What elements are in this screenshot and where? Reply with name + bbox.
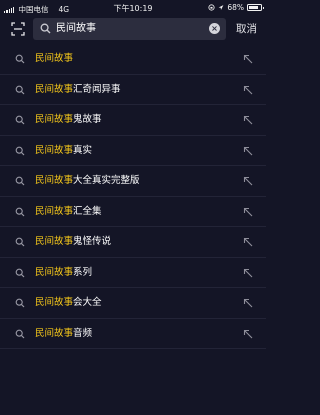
arrow-up-left-icon[interactable]: [242, 84, 254, 96]
scan-icon[interactable]: [11, 22, 25, 36]
suggestion-item[interactable]: 民间故事会大全: [0, 288, 266, 319]
suggestion-highlight: 民间故事: [35, 236, 74, 247]
suggestion-rest: 真实: [73, 144, 93, 156]
suggestion-item[interactable]: 民间故事汇全集: [0, 197, 266, 227]
suggestion-list: 民间故事 民间故事汇奇闻异事 民间故事鬼故事 民间故事真实 民间故事大全真实完整…: [0, 44, 266, 349]
location-icon: [218, 5, 224, 10]
search-icon: [15, 268, 25, 277]
suggestion-rest: 鬼怪传说: [73, 236, 112, 247]
arrow-up-left-icon[interactable]: [242, 267, 254, 279]
suggestion-item[interactable]: 民间故事: [0, 44, 266, 75]
suggestion-highlight: 民间故事: [35, 266, 74, 278]
suggestion-item[interactable]: 民间故事真实: [0, 136, 266, 166]
suggestion-label: 民间故事会大全: [35, 288, 102, 318]
suggestion-item[interactable]: 民间故事大全真实完整版: [0, 166, 266, 197]
suggestion-rest: 汇奇闻异事: [73, 83, 121, 95]
status-right: 68%: [208, 3, 264, 12]
search-icon: [15, 85, 25, 94]
arrow-up-left-icon[interactable]: [242, 175, 254, 187]
suggestion-rest: 音频: [73, 327, 93, 339]
suggestion-highlight: 民间故事: [35, 205, 74, 217]
suggestion-rest: 系列: [73, 266, 93, 278]
suggestion-label: 民间故事汇全集: [35, 197, 102, 227]
suggestion-label: 民间故事: [35, 44, 73, 74]
suggestion-highlight: 民间故事: [35, 83, 74, 95]
clear-icon[interactable]: ×: [209, 23, 220, 34]
suggestion-item[interactable]: 民间故事音频: [0, 319, 266, 349]
arrow-up-left-icon[interactable]: [242, 236, 254, 248]
suggestion-item[interactable]: 民间故事汇奇闻异事: [0, 75, 266, 105]
cancel-button[interactable]: 取消: [236, 17, 257, 41]
suggestion-label: 民间故事真实: [35, 136, 92, 166]
search-icon: [15, 176, 25, 186]
suggestion-highlight: 民间故事: [35, 114, 74, 125]
arrow-up-left-icon[interactable]: [242, 206, 254, 218]
suggestion-rest: 会大全: [73, 297, 102, 308]
suggestion-highlight: 民间故事: [35, 53, 74, 64]
search-input[interactable]: 民间故事 ×: [33, 18, 226, 40]
suggestion-highlight: 民间故事: [35, 327, 74, 339]
arrow-up-left-icon[interactable]: [242, 114, 254, 126]
search-icon: [40, 23, 51, 34]
suggestion-label: 民间故事鬼故事: [35, 105, 102, 135]
search-icon: [15, 298, 25, 308]
search-icon: [15, 237, 25, 247]
arrow-up-left-icon[interactable]: [242, 145, 254, 157]
search-icon: [15, 207, 25, 216]
suggestion-item[interactable]: 民间故事系列: [0, 258, 266, 288]
status-bar: 中国电信 4G 下午10:19 68%: [0, 0, 266, 17]
search-query[interactable]: 民间故事: [56, 18, 96, 40]
suggestion-rest: 鬼故事: [73, 114, 102, 125]
arrow-up-left-icon[interactable]: [242, 297, 254, 309]
suggestion-rest: 汇全集: [73, 205, 102, 217]
suggestion-highlight: 民间故事: [35, 297, 74, 308]
rotation-lock-icon: [208, 4, 215, 11]
suggestion-label: 民间故事大全真实完整版: [35, 166, 140, 196]
search-bar: 民间故事 × 取消: [0, 17, 266, 41]
suggestion-item[interactable]: 民间故事鬼故事: [0, 105, 266, 136]
suggestion-highlight: 民间故事: [35, 175, 74, 186]
suggestion-label: 民间故事系列: [35, 258, 92, 288]
search-icon: [15, 54, 25, 64]
suggestion-label: 民间故事汇奇闻异事: [35, 75, 121, 105]
battery-icon: [247, 4, 264, 11]
arrow-up-left-icon[interactable]: [242, 328, 254, 340]
search-icon: [15, 146, 25, 155]
search-icon: [15, 115, 25, 125]
suggestion-label: 民间故事鬼怪传说: [35, 227, 111, 257]
suggestion-label: 民间故事音频: [35, 319, 92, 349]
suggestion-rest: 大全真实完整版: [73, 175, 140, 186]
suggestion-highlight: 民间故事: [35, 144, 74, 156]
battery-percent: 68%: [227, 3, 244, 12]
arrow-up-left-icon[interactable]: [242, 53, 254, 65]
suggestion-item[interactable]: 民间故事鬼怪传说: [0, 227, 266, 258]
search-icon: [15, 329, 25, 338]
